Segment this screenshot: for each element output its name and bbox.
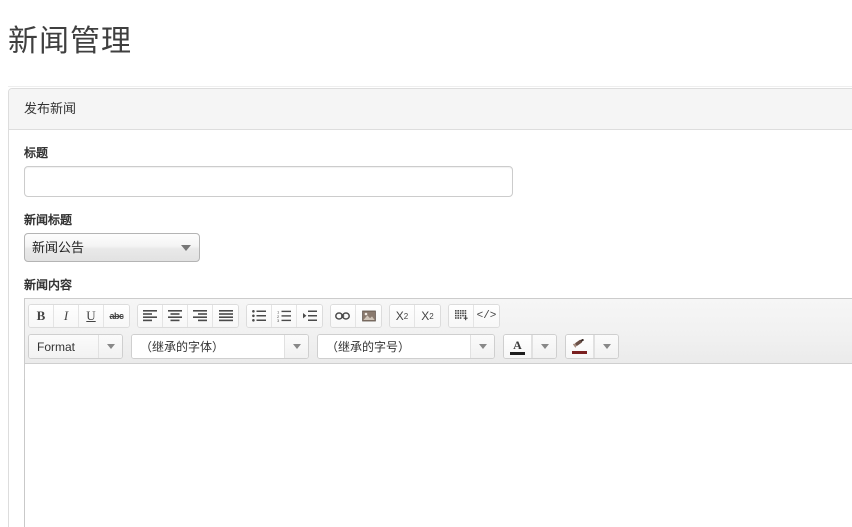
publish-news-panel: 发布新闻 标题 新闻标题 新闻公告 新闻内容 B I U abc 1 2 3 X… xyxy=(8,88,852,527)
font-size-dropdown-arrow[interactable] xyxy=(470,335,494,359)
marker-pen-icon xyxy=(572,339,584,349)
text-color-dropdown-arrow[interactable] xyxy=(532,335,556,359)
alignment-group xyxy=(137,304,239,329)
content-label: 新闻内容 xyxy=(24,278,73,293)
format-dropdown-arrow[interactable] xyxy=(98,335,122,359)
news-management-page: 新闻管理 发布新闻 标题 新闻标题 新闻公告 新闻内容 B I U abc 1 … xyxy=(0,20,852,527)
indent-icon[interactable] xyxy=(297,305,322,328)
chevron-down-icon xyxy=(602,344,611,350)
image-icon[interactable] xyxy=(356,305,381,328)
toolbar-row-2: Format （继承的字体） （继承的字号） A xyxy=(28,331,852,361)
category-select-wrapper: 新闻公告 xyxy=(24,233,200,263)
superscript-icon[interactable]: X2 xyxy=(415,305,440,328)
align-center-icon[interactable] xyxy=(163,305,188,328)
bold-icon[interactable]: B xyxy=(29,305,54,328)
text-color-swatch xyxy=(510,351,525,355)
rich-text-editor: B I U abc 1 2 3 X 2 X 2 </> Format （继承的字… xyxy=(24,298,852,527)
align-right-icon[interactable] xyxy=(188,305,213,328)
font-size-dropdown[interactable]: （继承的字号） xyxy=(317,334,495,360)
background-color-dropdown-arrow[interactable] xyxy=(594,335,618,359)
font-size-dropdown-label: （继承的字号） xyxy=(318,335,470,359)
chevron-down-icon xyxy=(106,344,115,350)
panel-heading: 发布新闻 xyxy=(9,89,852,131)
svg-text:3: 3 xyxy=(277,318,280,322)
strikethrough-icon[interactable]: abc xyxy=(104,305,129,328)
list-group: 1 2 3 xyxy=(246,304,323,329)
title-input[interactable] xyxy=(24,166,513,198)
background-color-icon[interactable] xyxy=(566,335,594,359)
format-dropdown[interactable]: Format xyxy=(28,334,123,360)
title-label: 标题 xyxy=(24,146,49,161)
table-icon[interactable] xyxy=(449,305,474,328)
font-family-dropdown-arrow[interactable] xyxy=(284,335,308,359)
content-form-group: 新闻内容 B I U abc 1 2 3 X 2 X 2 </> Format … xyxy=(24,277,852,527)
italic-icon[interactable]: I xyxy=(54,305,79,328)
bullet-list-icon[interactable] xyxy=(247,305,272,328)
numbered-list-icon[interactable]: 1 2 3 xyxy=(272,305,297,328)
category-form-group: 新闻标题 新闻公告 xyxy=(24,212,852,263)
title-form-group: 标题 xyxy=(24,145,852,198)
subscript-icon[interactable]: X2 xyxy=(390,305,415,328)
text-color-icon[interactable]: A xyxy=(504,335,532,359)
title-divider xyxy=(8,86,852,88)
category-label: 新闻标题 xyxy=(24,213,73,228)
format-dropdown-label: Format xyxy=(29,335,98,359)
align-left-icon[interactable] xyxy=(138,305,163,328)
underline-icon[interactable]: U xyxy=(79,305,104,328)
script-group: X2 X2 xyxy=(389,304,441,329)
chevron-down-icon xyxy=(540,344,549,350)
editor-content-area[interactable] xyxy=(25,364,852,527)
chevron-down-icon xyxy=(478,344,487,350)
editor-left-edge xyxy=(24,379,25,527)
text-color-glyph: A xyxy=(513,337,522,352)
source-code-icon[interactable]: </> xyxy=(474,305,499,328)
font-family-dropdown[interactable]: （继承的字体） xyxy=(131,334,309,360)
align-justify-icon[interactable] xyxy=(213,305,238,328)
toolbar-row-1: B I U abc 1 2 3 X 2 X 2 </> xyxy=(28,301,852,331)
panel-body: 标题 新闻标题 新闻公告 新闻内容 B I U abc 1 2 3 X 2 X … xyxy=(9,130,852,527)
background-color-control xyxy=(565,334,619,360)
page-title: 新闻管理 xyxy=(8,25,132,59)
category-select[interactable]: 新闻公告 xyxy=(24,233,200,263)
text-style-group: B I U abc xyxy=(28,304,130,329)
editor-toolbar: B I U abc 1 2 3 X 2 X 2 </> Format （继承的字… xyxy=(25,299,852,365)
panel-title: 发布新闻 xyxy=(24,101,77,117)
insert-group xyxy=(330,304,382,329)
text-color-control: A xyxy=(503,334,557,360)
chevron-down-icon xyxy=(292,344,301,350)
font-family-dropdown-label: （继承的字体） xyxy=(132,335,284,359)
table-group: </> xyxy=(448,304,500,329)
background-color-swatch xyxy=(572,351,587,355)
link-icon[interactable] xyxy=(331,305,356,328)
